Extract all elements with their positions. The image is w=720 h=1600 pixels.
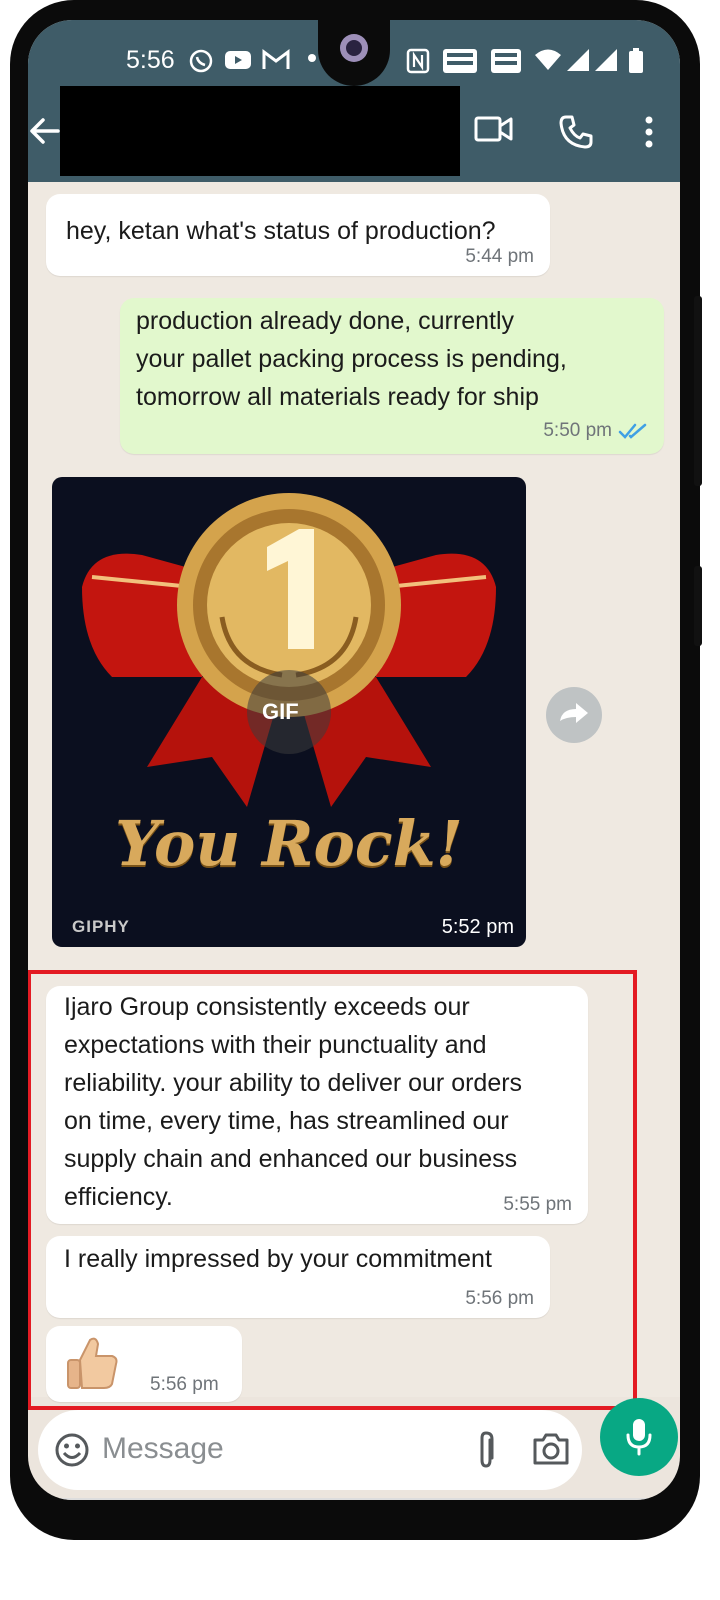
redacted-contact-name[interactable] (60, 86, 460, 176)
chat-area[interactable]: hey, ketan what's status of production? … (28, 182, 680, 1410)
message-text: hey, ketan what's status of production? (66, 217, 496, 245)
message-composer[interactable]: Message (38, 1410, 582, 1490)
read-receipt-icon (618, 423, 647, 439)
message-line: Ijaro Group consistently exceeds our (64, 993, 470, 1021)
nfc-icon (406, 48, 430, 74)
battery-icon (629, 48, 643, 73)
more-options-icon[interactable] (644, 116, 654, 148)
message-text: I really impressed by your commitment (64, 1245, 492, 1273)
giphy-attribution: GIPHY (72, 917, 130, 936)
video-call-icon[interactable] (474, 114, 514, 144)
message-line: your pallet packing process is pending, (136, 345, 567, 373)
attach-icon[interactable] (474, 1430, 498, 1470)
gif-title: You Rock! (115, 807, 463, 880)
incoming-message[interactable]: I really impressed by your commitment 5:… (46, 1236, 550, 1318)
incoming-message[interactable]: 5:56 pm (46, 1326, 242, 1402)
signal-icon-1 (567, 49, 589, 71)
forward-icon (560, 703, 588, 723)
mic-button[interactable] (600, 1398, 678, 1476)
status-time: 5:56 (126, 46, 175, 74)
mic-icon (626, 1419, 652, 1456)
gmail-notification-icon (262, 49, 290, 69)
message-time: 5:55 pm (503, 1194, 572, 1215)
emoji-icon[interactable] (54, 1432, 90, 1468)
gif-label: GIF (262, 699, 299, 724)
gif-message[interactable]: GIF You Rock! GIPHY 5:52 pm (52, 477, 526, 947)
power-button (694, 566, 702, 646)
incoming-message[interactable]: Ijaro Group consistently exceeds our exp… (46, 986, 588, 1224)
voice-call-icon[interactable] (558, 114, 594, 150)
thumbs-up-emoji (67, 1337, 118, 1389)
wifi-icon (535, 49, 561, 70)
message-line: reliability. your ability to deliver our… (64, 1069, 523, 1097)
message-time: 5:56 pm (150, 1374, 219, 1395)
message-line: supply chain and enhanced our business (64, 1145, 518, 1173)
message-time: 5:52 pm (441, 916, 514, 938)
youtube-notification-icon (225, 51, 251, 69)
message-text: production already done, currently your … (136, 302, 656, 416)
back-icon[interactable] (28, 116, 62, 146)
vowifi-icon (443, 49, 477, 73)
message-line: expectations with their punctuality and (64, 1031, 487, 1059)
volte-icon (491, 49, 521, 73)
camera-icon[interactable] (532, 1432, 570, 1466)
volume-button (694, 296, 702, 486)
gesture-bar (28, 1498, 680, 1500)
whatsapp-notification-icon (189, 49, 213, 73)
more-notifications-dot (308, 54, 316, 62)
message-time: 5:50 pm (543, 420, 612, 441)
signal-icon-2 (595, 49, 617, 71)
message-line: tomorrow all materials ready for ship (136, 383, 539, 411)
message-line: on time, every time, has streamlined our (64, 1107, 509, 1135)
chat-header: 5:56 (28, 20, 680, 182)
front-camera (340, 34, 368, 62)
message-time: 5:56 pm (465, 1288, 534, 1309)
forward-button[interactable] (546, 687, 602, 743)
outgoing-message[interactable]: production already done, currently your … (120, 298, 664, 454)
message-time: 5:44 pm (465, 246, 534, 267)
incoming-message[interactable]: hey, ketan what's status of production? … (46, 194, 550, 276)
message-text: Ijaro Group consistently exceeds our exp… (64, 988, 584, 1216)
message-input[interactable]: Message (102, 1432, 224, 1466)
screen: 5:56 hey, ketan what's status of product… (28, 20, 680, 1500)
message-line: production already done, currently (136, 307, 515, 335)
